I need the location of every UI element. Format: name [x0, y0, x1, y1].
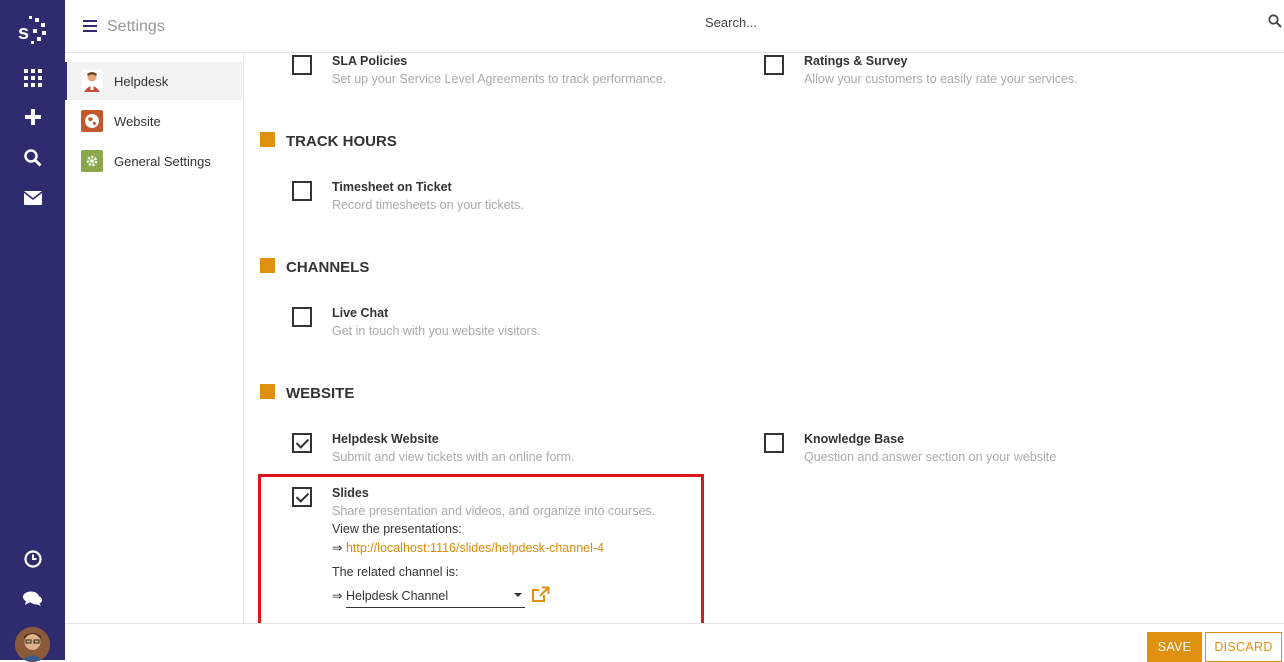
- top-bar: Settings Search...: [65, 0, 1284, 53]
- setting-label: Ratings & Survey: [804, 54, 908, 68]
- sidebar-item-label: Helpdesk: [114, 73, 169, 89]
- sidebar-item-website[interactable]: Website: [67, 102, 242, 140]
- setting-timesheet-on-ticket: Timesheet on Ticket Record timesheets on…: [292, 178, 712, 214]
- form-footer: SAVE DISCARD: [65, 623, 1284, 662]
- save-button[interactable]: SAVE: [1147, 632, 1202, 662]
- highlight-box: [258, 474, 704, 626]
- hamburger-menu-icon[interactable]: [83, 20, 97, 32]
- svg-text:s: s: [18, 22, 29, 44]
- checkbox-live-chat[interactable]: [292, 307, 312, 327]
- checkbox-helpdesk-website[interactable]: [292, 433, 312, 453]
- setting-description: Submit and view tickets with an online f…: [332, 450, 575, 464]
- app-rail: s: [0, 0, 65, 662]
- setting-description: Allow your customers to easily rate your…: [804, 72, 1078, 86]
- section-title-website: WEBSITE: [260, 384, 354, 402]
- mail-icon[interactable]: [0, 183, 65, 213]
- search-icon[interactable]: [0, 143, 65, 173]
- helpdesk-app-icon: [81, 70, 103, 92]
- page-title: Settings: [107, 18, 165, 35]
- setting-label: Live Chat: [332, 306, 389, 320]
- setting-sla-policies: SLA Policies Set up your Service Level A…: [292, 53, 712, 88]
- website-app-icon: [81, 110, 103, 132]
- section-marker: [260, 384, 275, 399]
- setting-label: Knowledge Base: [804, 432, 905, 446]
- clock-icon[interactable]: [0, 544, 65, 574]
- sidebar-item-label: Website: [114, 113, 161, 129]
- setting-helpdesk-website: Helpdesk Website Submit and view tickets…: [292, 430, 712, 466]
- setting-label: Helpdesk Website: [332, 432, 439, 446]
- apps-grid-icon[interactable]: [0, 63, 65, 93]
- checkbox-knowledge-base[interactable]: [764, 433, 784, 453]
- gear-icon: [81, 150, 103, 172]
- checkbox-sla-policies[interactable]: [292, 55, 312, 75]
- setting-description: Question and answer section on your webs…: [804, 450, 1057, 464]
- setting-description: Record timesheets on your tickets.: [332, 198, 524, 212]
- section-title-track-hours: TRACK HOURS: [260, 132, 397, 150]
- setting-description: Get in touch with you website visitors.: [332, 324, 541, 338]
- setting-description: Set up your Service Level Agreements to …: [332, 72, 667, 86]
- search-icon[interactable]: [1268, 14, 1282, 33]
- chat-icon[interactable]: [0, 584, 65, 614]
- user-avatar[interactable]: [15, 627, 50, 662]
- sidebar-item-label: General Settings: [114, 153, 211, 169]
- setting-label: SLA Policies: [332, 54, 408, 68]
- sidebar-item-general-settings[interactable]: General Settings: [67, 142, 242, 180]
- checkbox-ratings-survey[interactable]: [764, 55, 784, 75]
- section-marker: [260, 258, 275, 273]
- app-logo[interactable]: s: [0, 12, 65, 50]
- setting-live-chat: Live Chat Get in touch with you website …: [292, 304, 712, 340]
- search-input[interactable]: Search...: [705, 15, 757, 30]
- setting-label: Timesheet on Ticket: [332, 180, 452, 194]
- checkbox-timesheet-on-ticket[interactable]: [292, 181, 312, 201]
- setting-ratings-survey: Ratings & Survey Allow your customers to…: [764, 53, 1184, 88]
- plus-icon[interactable]: [0, 102, 65, 132]
- sidebar-item-helpdesk[interactable]: Helpdesk: [65, 62, 242, 100]
- section-marker: [260, 132, 275, 147]
- settings-sidebar: Helpdesk Website General Settings: [65, 53, 244, 623]
- setting-knowledge-base: Knowledge Base Question and answer secti…: [764, 430, 1184, 466]
- section-title-channels: CHANNELS: [260, 258, 369, 276]
- discard-button[interactable]: DISCARD: [1205, 632, 1282, 662]
